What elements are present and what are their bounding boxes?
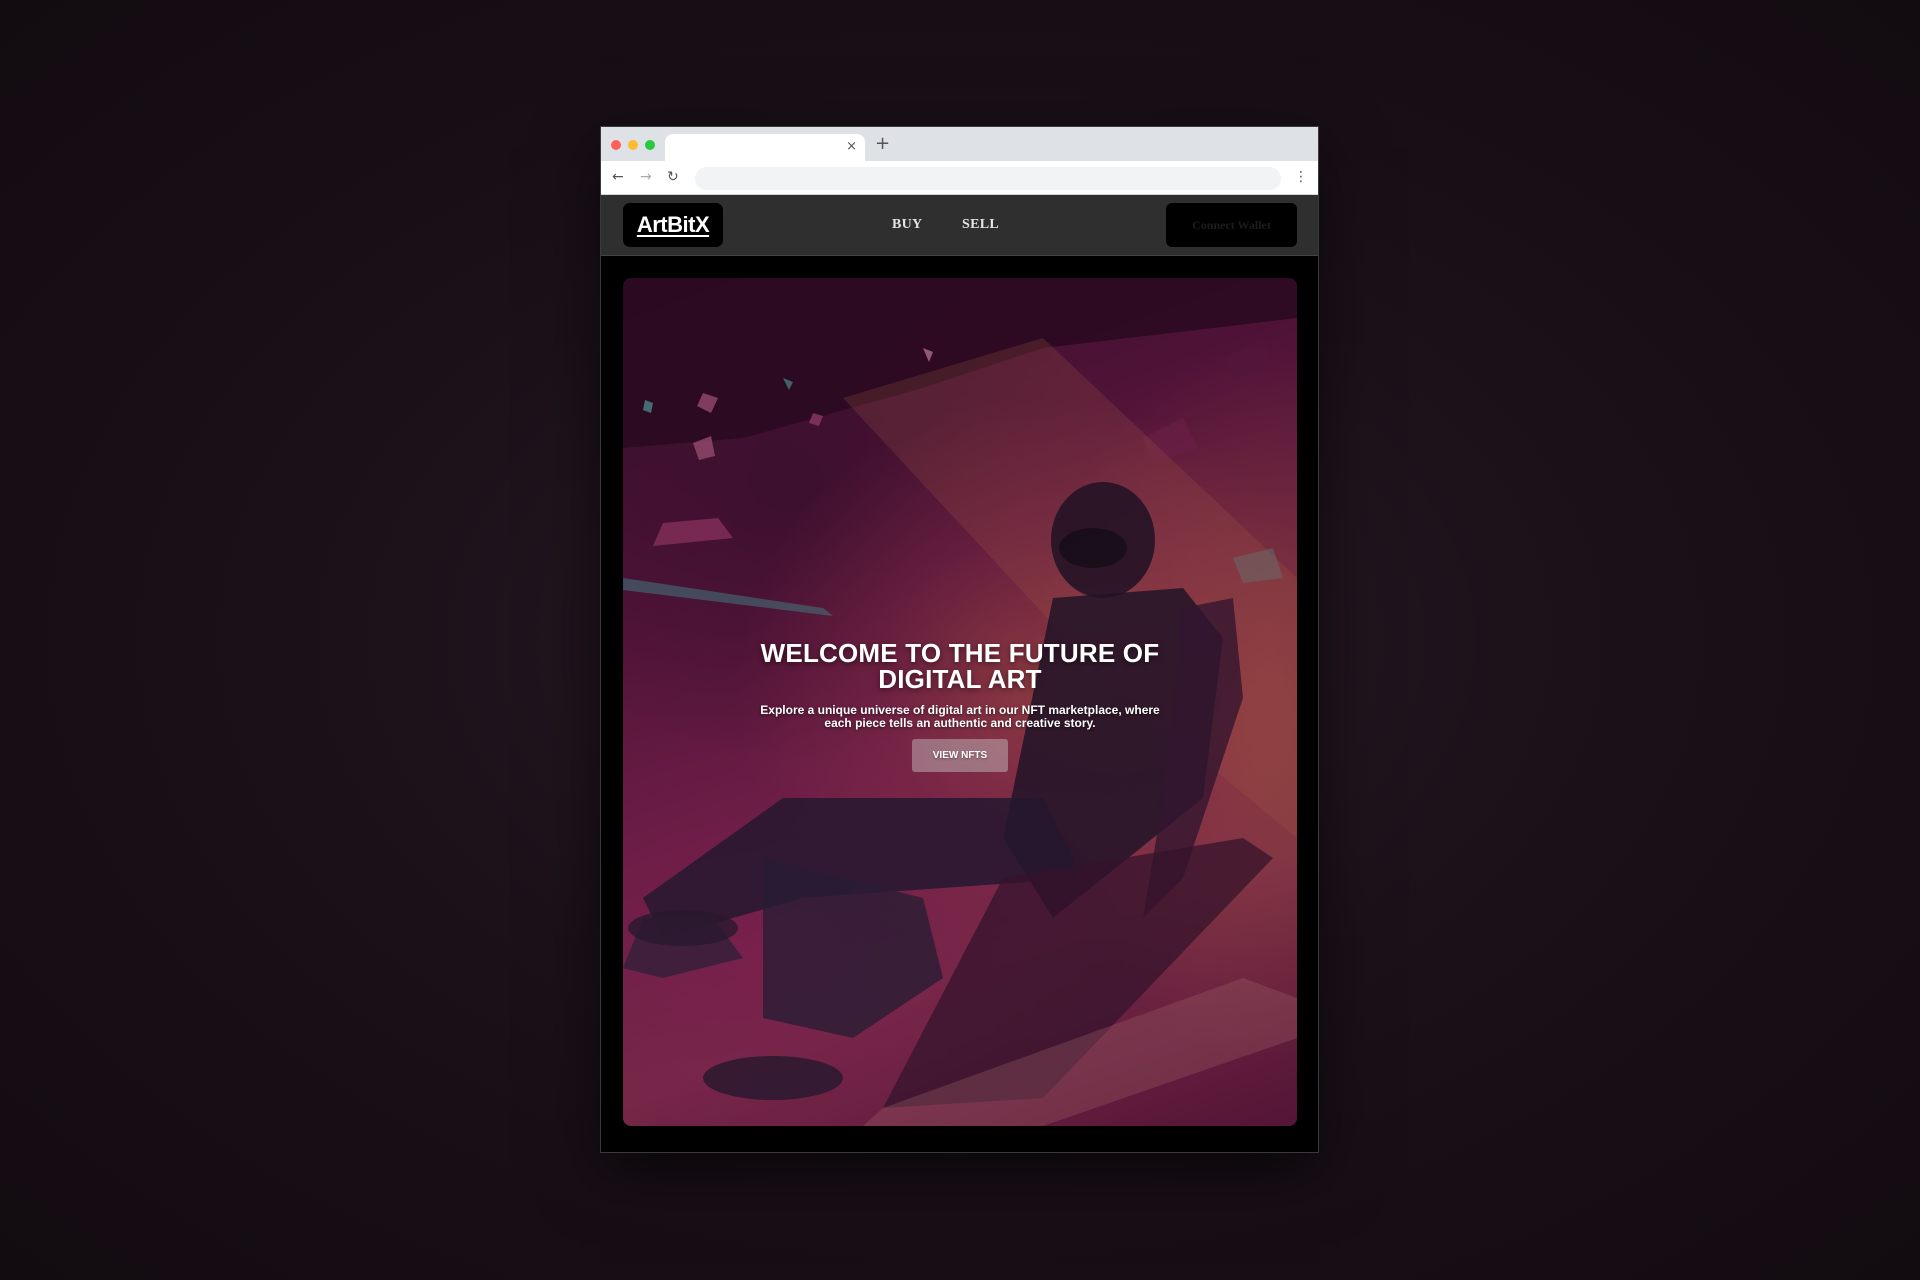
new-tab-icon[interactable]: + (875, 134, 890, 154)
nav-link-sell[interactable]: SELL (962, 217, 999, 233)
minimize-window-dot[interactable] (628, 140, 638, 150)
hero-title: WELCOME TO THE FUTURE OF DIGITAL ART (760, 638, 1160, 694)
browser-tab-bar: × + (601, 127, 1318, 161)
browser-tab[interactable]: × (665, 134, 865, 161)
maximize-window-dot[interactable] (645, 140, 655, 150)
hero-banner: WELCOME TO THE FUTURE OF DIGITAL ART Exp… (623, 278, 1297, 1126)
address-bar[interactable] (695, 167, 1281, 190)
menu-kebab-icon[interactable]: ⋮ (1294, 169, 1308, 185)
site-logo[interactable]: ArtBitX (623, 203, 723, 247)
close-icon[interactable]: × (846, 139, 857, 155)
connect-wallet-button[interactable]: Connect Wallet (1166, 203, 1297, 247)
reload-icon[interactable]: ↻ (667, 169, 679, 185)
site-header: ArtBitX BUY SELL Connect Wallet (601, 195, 1318, 256)
browser-window: × + ← → ↻ ⋮ ArtBitX BUY SELL Connect Wal… (600, 126, 1319, 1153)
close-window-dot[interactable] (611, 140, 621, 150)
forward-arrow-icon[interactable]: → (640, 169, 652, 185)
view-nfts-button[interactable]: VIEW NFTS (912, 739, 1008, 772)
back-arrow-icon[interactable]: ← (612, 169, 624, 185)
hero-subtitle: Explore a unique universe of digital art… (760, 703, 1160, 730)
nav-link-buy[interactable]: BUY (892, 217, 922, 233)
hero-content: WELCOME TO THE FUTURE OF DIGITAL ART Exp… (623, 278, 1297, 1126)
browser-toolbar: ← → ↻ ⋮ (601, 161, 1318, 195)
